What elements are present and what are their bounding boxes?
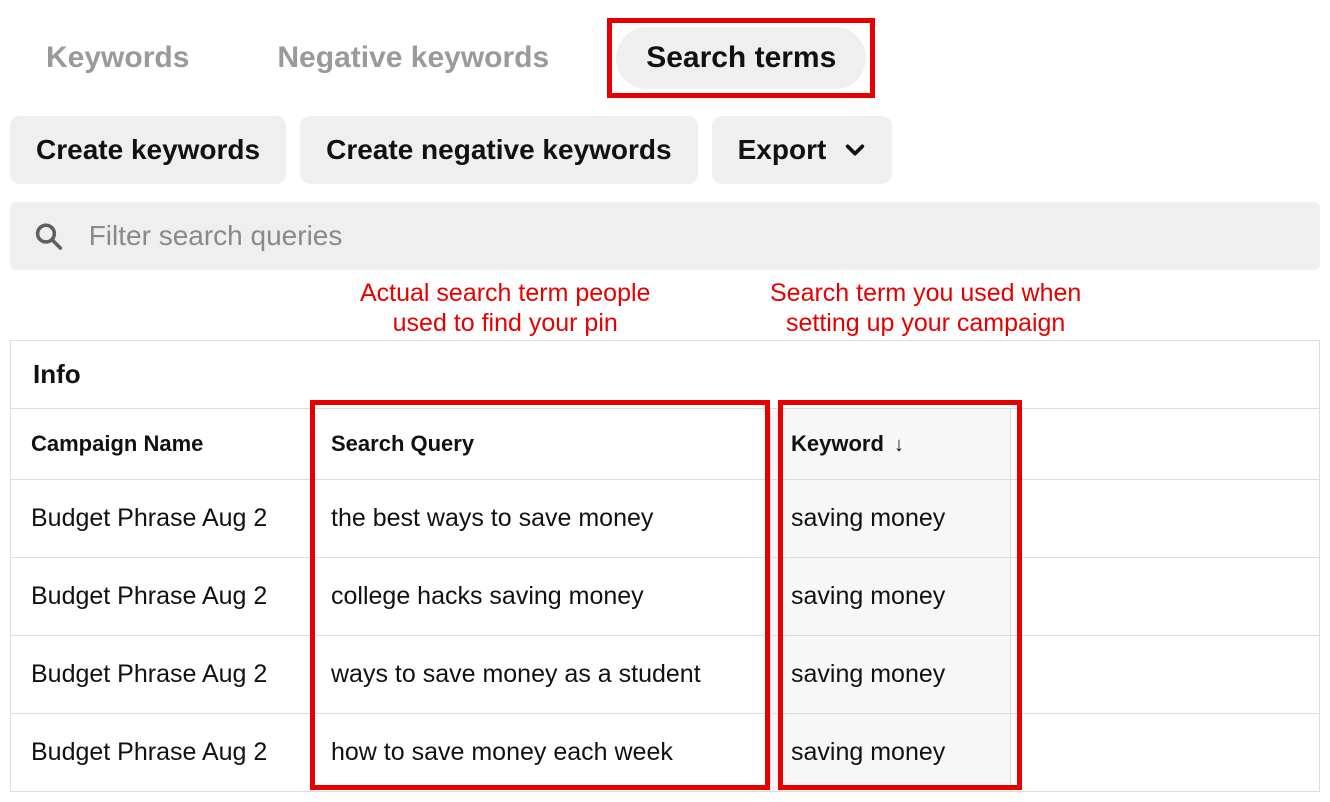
table-row: Budget Phrase Aug 2 ways to save money a… [11, 636, 1320, 714]
cell-keyword: saving money [771, 480, 1011, 558]
highlight-box-tab: Search terms [607, 18, 875, 98]
annotation-query: Actual search term people used to find y… [360, 278, 650, 338]
table-row: Budget Phrase Aug 2 college hacks saving… [11, 558, 1320, 636]
export-label: Export [738, 134, 827, 166]
export-button[interactable]: Export [712, 116, 893, 184]
tab-keywords[interactable]: Keywords [16, 27, 219, 89]
cell-query: ways to save money as a student [311, 636, 771, 714]
sort-descending-icon: ↓ [894, 434, 904, 456]
cell-keyword: saving money [771, 558, 1011, 636]
col-header-campaign[interactable]: Campaign Name [11, 409, 311, 480]
cell-campaign: Budget Phrase Aug 2 [11, 480, 311, 558]
search-queries-filter-input[interactable] [89, 220, 1296, 252]
cell-blank [1011, 480, 1320, 558]
cell-campaign: Budget Phrase Aug 2 [11, 558, 311, 636]
tab-search-terms[interactable]: Search terms [616, 27, 866, 89]
tabs-bar: Keywords Negative keywords Search terms [10, 10, 1320, 116]
create-negative-keywords-button[interactable]: Create negative keywords [300, 116, 698, 184]
filter-bar [10, 202, 1320, 270]
col-header-search-query[interactable]: Search Query [311, 409, 771, 480]
toolbar: Create keywords Create negative keywords… [10, 116, 1320, 198]
table-header-row: Campaign Name Search Query Keyword ↓ [11, 409, 1320, 480]
create-keywords-button[interactable]: Create keywords [10, 116, 286, 184]
tab-negative-keywords[interactable]: Negative keywords [247, 27, 579, 89]
cell-blank [1011, 558, 1320, 636]
annotation-keyword: Search term you used when setting up you… [770, 278, 1081, 338]
table-container: Info Campaign Name Search Query Keyword … [10, 340, 1320, 792]
chevron-down-icon [844, 139, 866, 161]
search-terms-table: Campaign Name Search Query Keyword ↓ Bud… [10, 408, 1320, 792]
search-icon [34, 221, 63, 251]
info-header: Info [10, 340, 1320, 408]
create-keywords-label: Create keywords [36, 134, 260, 166]
create-negative-label: Create negative keywords [326, 134, 672, 166]
annotations: Actual search term people used to find y… [10, 278, 1320, 340]
col-header-keyword[interactable]: Keyword ↓ [771, 409, 1011, 480]
cell-campaign: Budget Phrase Aug 2 [11, 636, 311, 714]
cell-query: the best ways to save money [311, 480, 771, 558]
col-header-blank [1011, 409, 1320, 480]
col-header-keyword-label: Keyword [791, 431, 884, 456]
cell-keyword: saving money [771, 636, 1011, 714]
cell-blank [1011, 636, 1320, 714]
cell-query: college hacks saving money [311, 558, 771, 636]
table-row: Budget Phrase Aug 2 the best ways to sav… [11, 480, 1320, 558]
